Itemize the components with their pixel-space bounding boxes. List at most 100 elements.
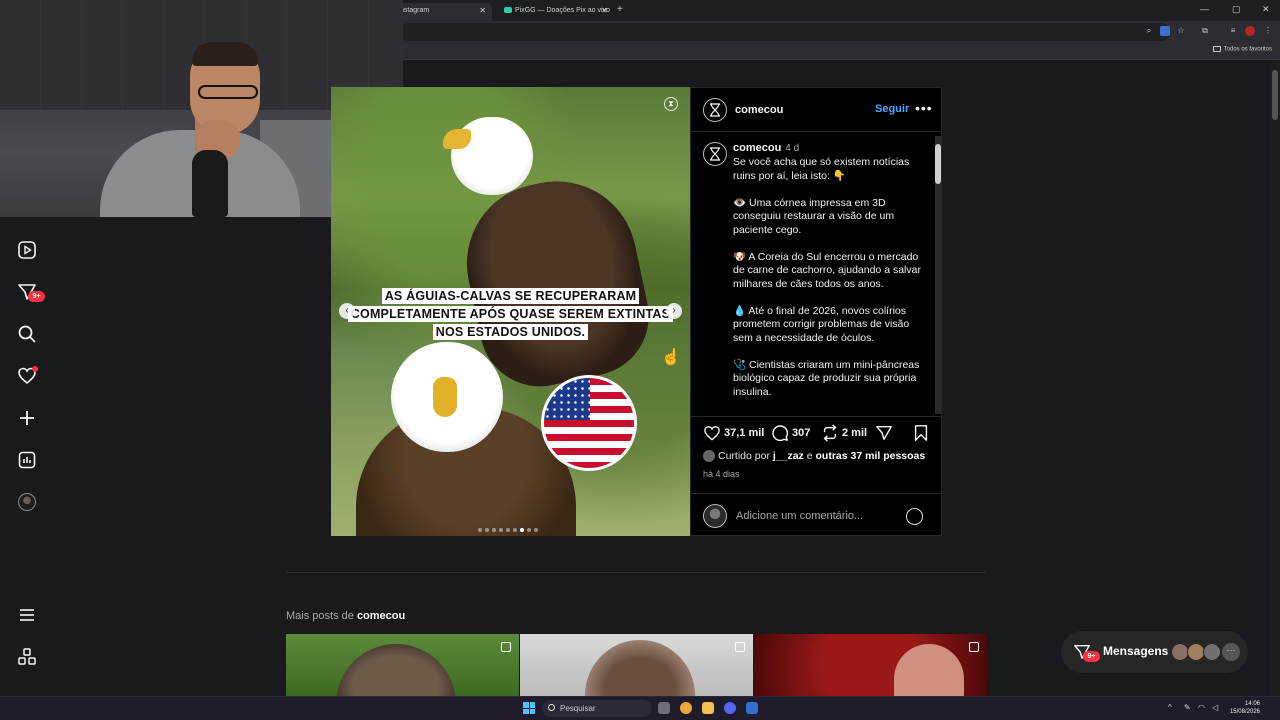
- carousel-dots: [478, 521, 541, 532]
- bookmark-star-icon[interactable]: ☆: [1176, 26, 1186, 36]
- caption-scrollbar[interactable]: [935, 136, 941, 414]
- caption-scroll-thumb[interactable]: [935, 144, 941, 184]
- carousel-dot[interactable]: [506, 528, 510, 532]
- caption-time: 4 d: [785, 143, 800, 154]
- menu-icon[interactable]: [17, 605, 37, 625]
- zoom-icon[interactable]: ⌕: [1144, 26, 1154, 36]
- liked-by-connector: e: [806, 450, 813, 462]
- close-window-icon[interactable]: ✕: [1262, 4, 1270, 15]
- post-image-carousel[interactable]: AS ÁGUIAS-CALVAS SE RECUPERARAM COMPLETA…: [331, 87, 690, 536]
- comment-button[interactable]: 307: [771, 424, 810, 442]
- emoji-icon[interactable]: [906, 508, 923, 525]
- follow-button[interactable]: Seguir: [875, 103, 909, 115]
- carousel-dot[interactable]: [499, 528, 503, 532]
- extensions-icon[interactable]: ⧉: [1200, 26, 1210, 36]
- hand-cursor-icon: ☝: [661, 349, 681, 366]
- more-apps-icon[interactable]: [17, 647, 37, 667]
- all-bookmarks-folder[interactable]: Todos os favoritos: [1212, 46, 1272, 53]
- file-explorer-icon[interactable]: [702, 702, 714, 714]
- minimize-icon[interactable]: —: [1200, 4, 1209, 14]
- liked-by-user[interactable]: j__zaz: [773, 450, 804, 462]
- carousel-indicator-icon: [735, 642, 745, 652]
- hourglass-icon: [710, 103, 720, 117]
- address-bar[interactable]: [400, 23, 1170, 41]
- reposts-count: 2 mil: [842, 427, 868, 439]
- liked-by: Curtido por j__zaz e outras 37 mil pesso…: [703, 450, 926, 463]
- bookmark-icon: [914, 425, 928, 442]
- profile-avatar-icon[interactable]: [1245, 26, 1255, 36]
- volume-icon[interactable]: ◁: [1212, 703, 1218, 712]
- taskbar-search[interactable]: Pesquisar: [542, 700, 652, 717]
- eagle-bottom-beak: [433, 377, 457, 417]
- network-icon[interactable]: ◠: [1198, 703, 1205, 712]
- more-posts-user[interactable]: comecou: [357, 610, 405, 622]
- carousel-dot[interactable]: [478, 528, 482, 532]
- tray-chevron-icon[interactable]: ^: [1168, 703, 1172, 712]
- carousel-prev-button[interactable]: ‹: [339, 303, 355, 319]
- folder-icon: [1212, 46, 1221, 52]
- page-scrollbar[interactable]: [1270, 60, 1280, 696]
- caption-paragraph: Se você acha que só existem notícias rui…: [733, 156, 910, 182]
- author-avatar[interactable]: [703, 142, 727, 166]
- tab-pixgg[interactable]: PixGG — Doações Pix ao vivo ✕: [496, 3, 614, 21]
- post-thumbnail[interactable]: [286, 634, 519, 696]
- carousel-dot[interactable]: [513, 528, 517, 532]
- hourglass-icon: [710, 147, 720, 161]
- carousel-next-button[interactable]: ›: [666, 303, 682, 319]
- author-avatar[interactable]: [703, 98, 727, 122]
- new-tab-button[interactable]: +: [617, 4, 623, 15]
- tab-instagram[interactable]: nstagram ✕: [392, 3, 492, 21]
- save-button[interactable]: [913, 424, 932, 442]
- carousel-dot[interactable]: [492, 528, 496, 532]
- comment-input[interactable]: Adicione um comentário...: [736, 510, 863, 522]
- caption-username[interactable]: comecou: [733, 142, 781, 154]
- search-icon[interactable]: [17, 324, 37, 344]
- caption-line: NOS ESTADOS UNIDOS.: [432, 324, 589, 340]
- post-date: há 4 dias: [703, 469, 740, 479]
- share-button[interactable]: [875, 424, 896, 442]
- discord-icon[interactable]: [724, 702, 736, 714]
- taskbar-clock[interactable]: 14:06 15/08/2026: [1228, 700, 1260, 716]
- page-scroll-thumb[interactable]: [1272, 70, 1278, 120]
- dashboard-icon[interactable]: [17, 450, 37, 470]
- post-thumbnail[interactable]: [754, 634, 987, 696]
- reels-icon[interactable]: [17, 240, 37, 260]
- close-icon[interactable]: ✕: [479, 6, 486, 15]
- post-thumbnail[interactable]: [520, 634, 753, 696]
- messages-floating-button[interactable]: 9+ Mensagens ···: [1061, 631, 1248, 673]
- media-icon[interactable]: ≡: [1228, 26, 1238, 36]
- repost-button[interactable]: 2 mil: [821, 424, 867, 442]
- windows-start-icon[interactable]: [523, 702, 535, 714]
- task-view-icon[interactable]: [658, 702, 670, 714]
- like-button[interactable]: 37,1 mil: [703, 424, 764, 442]
- caption-meta: comecou 4 d: [733, 142, 799, 154]
- caption-text: Se você acha que só existem notícias rui…: [733, 156, 929, 413]
- maximize-icon[interactable]: ▢: [1232, 4, 1241, 15]
- comments-count: 307: [792, 427, 811, 439]
- more-options-button[interactable]: •••: [915, 100, 933, 116]
- profile-avatar[interactable]: [18, 493, 36, 511]
- carousel-indicator-icon: [969, 642, 979, 652]
- translate-icon[interactable]: [1160, 26, 1170, 36]
- carousel-dot[interactable]: [485, 528, 489, 532]
- browser-menu-icon[interactable]: ⋮: [1263, 26, 1273, 36]
- heart-icon: [704, 426, 720, 441]
- microphone: [192, 150, 228, 217]
- viewer-avatar: [703, 504, 727, 528]
- share-icon: [876, 426, 892, 441]
- tray-pen-icon[interactable]: ✎: [1184, 703, 1191, 712]
- post-header: comecou Seguir •••: [691, 88, 943, 132]
- create-plus-icon[interactable]: [17, 408, 37, 428]
- chrome-icon[interactable]: [680, 702, 692, 714]
- app-icon[interactable]: [746, 702, 758, 714]
- carousel-dot[interactable]: [527, 528, 531, 532]
- close-icon[interactable]: ✕: [601, 6, 608, 15]
- carousel-dot[interactable]: [534, 528, 538, 532]
- messages-label: Mensagens: [1103, 644, 1169, 658]
- carousel-dot[interactable]: [520, 528, 524, 532]
- author-username[interactable]: comecou: [735, 104, 783, 116]
- pixgg-icon: [504, 7, 512, 14]
- repost-icon: [823, 424, 837, 442]
- liked-by-others[interactable]: outras 37 mil pessoas: [816, 450, 926, 462]
- add-comment-bar: Adicione um comentário...: [691, 493, 943, 537]
